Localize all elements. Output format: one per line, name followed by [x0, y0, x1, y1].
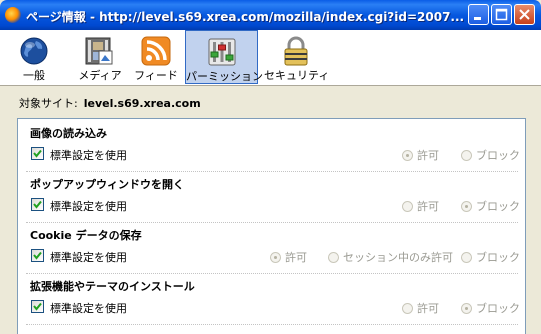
tab-permissions-label: パーミッション [186, 70, 263, 83]
radio-circle [402, 201, 413, 212]
site-label: 対象サイト: [19, 97, 78, 110]
radio-circle [461, 150, 472, 161]
radio-allow-label: 許可 [417, 200, 439, 213]
feed-icon [141, 36, 171, 66]
category-toolbar: 一般 メディア フィード パーミッション セキュリティ [0, 30, 541, 86]
use-default-label[interactable]: 標準設定を使用 [50, 249, 127, 265]
minimize-button[interactable] [468, 4, 489, 25]
use-default-checkbox[interactable] [31, 300, 44, 313]
radio-allow-label: 許可 [417, 302, 439, 315]
divider [26, 324, 518, 325]
globe-icon [20, 37, 48, 65]
radio-block[interactable]: ブロック [461, 147, 520, 163]
radio-block[interactable]: ブロック [461, 300, 520, 316]
radio-block-label: ブロック [476, 200, 520, 213]
lock-icon [284, 36, 308, 66]
firefox-icon [5, 7, 21, 23]
media-icon [85, 37, 113, 65]
radio-session-only[interactable]: セッション中のみ許可 [328, 249, 453, 265]
permission-group-popups: ポップアップウィンドウを開く 標準設定を使用 許可 ブロック [18, 170, 525, 221]
use-default-checkbox[interactable] [31, 249, 44, 262]
site-row: 対象サイト: level.s69.xrea.com [19, 95, 201, 111]
radio-circle [461, 201, 472, 212]
radio-circle [328, 252, 339, 263]
tab-media-label: メディア [78, 69, 122, 82]
use-default-label[interactable]: 標準設定を使用 [50, 147, 127, 163]
check-icon [33, 302, 42, 311]
radio-allow[interactable]: 許可 [402, 147, 439, 163]
radio-allow-label: 許可 [285, 251, 307, 264]
permission-title: 拡張機能やテーマのインストール [30, 280, 195, 293]
window-title: ページ情報 - http://level.s69.xrea.com/mozill… [26, 10, 465, 24]
use-default-label[interactable]: 標準設定を使用 [50, 198, 127, 214]
use-default-label[interactable]: 標準設定を使用 [50, 300, 127, 316]
radio-allow[interactable]: 許可 [402, 300, 439, 316]
tab-security[interactable]: セキュリティ [264, 30, 330, 84]
title-bar[interactable]: ページ情報 - http://level.s69.xrea.com/mozill… [0, 0, 541, 30]
tab-permissions[interactable]: パーミッション [185, 30, 263, 84]
permission-group-install: 拡張機能やテーマのインストール 標準設定を使用 許可 ブロック [18, 272, 525, 323]
radio-block[interactable]: ブロック [461, 249, 520, 265]
maximize-button[interactable] [491, 4, 512, 25]
close-button[interactable] [514, 4, 535, 25]
radio-block-label: ブロック [476, 149, 520, 162]
radio-block-label: ブロック [476, 302, 520, 315]
radio-circle [461, 252, 472, 263]
radio-circle [402, 150, 413, 161]
radio-session-only-label: セッション中のみ許可 [343, 251, 453, 264]
tab-security-label: セキュリティ [264, 69, 330, 82]
tab-general-label: 一般 [23, 69, 45, 82]
permissions-icon [208, 38, 236, 66]
radio-block-label: ブロック [476, 251, 520, 264]
radio-circle [270, 252, 281, 263]
tab-feed-label: フィード [134, 69, 178, 82]
permission-title: 画像の読み込み [30, 127, 107, 140]
tab-feed[interactable]: フィード [132, 30, 180, 84]
use-default-checkbox[interactable] [31, 147, 44, 160]
radio-circle [461, 303, 472, 314]
radio-circle [402, 303, 413, 314]
permission-group-images: 画像の読み込み 標準設定を使用 許可 ブロック [18, 119, 525, 170]
permission-title: ポップアップウィンドウを開く [30, 178, 184, 191]
site-value: level.s69.xrea.com [83, 97, 201, 110]
tab-media[interactable]: メディア [78, 30, 122, 84]
radio-allow-label: 許可 [417, 149, 439, 162]
permissions-panel[interactable]: 画像の読み込み 標準設定を使用 許可 ブロック ポップアップウィンドウを開く 標… [17, 118, 526, 334]
permission-title: Cookie データの保存 [30, 229, 142, 242]
check-icon [33, 149, 42, 158]
use-default-checkbox[interactable] [31, 198, 44, 211]
check-icon [33, 251, 42, 260]
radio-allow[interactable]: 許可 [402, 198, 439, 214]
radio-allow[interactable]: 許可 [270, 249, 307, 265]
radio-block[interactable]: ブロック [461, 198, 520, 214]
tab-general[interactable]: 一般 [10, 30, 58, 84]
check-icon [33, 200, 42, 209]
permission-group-cookies: Cookie データの保存 標準設定を使用 許可 セッション中のみ許可 ブロック [18, 221, 525, 272]
